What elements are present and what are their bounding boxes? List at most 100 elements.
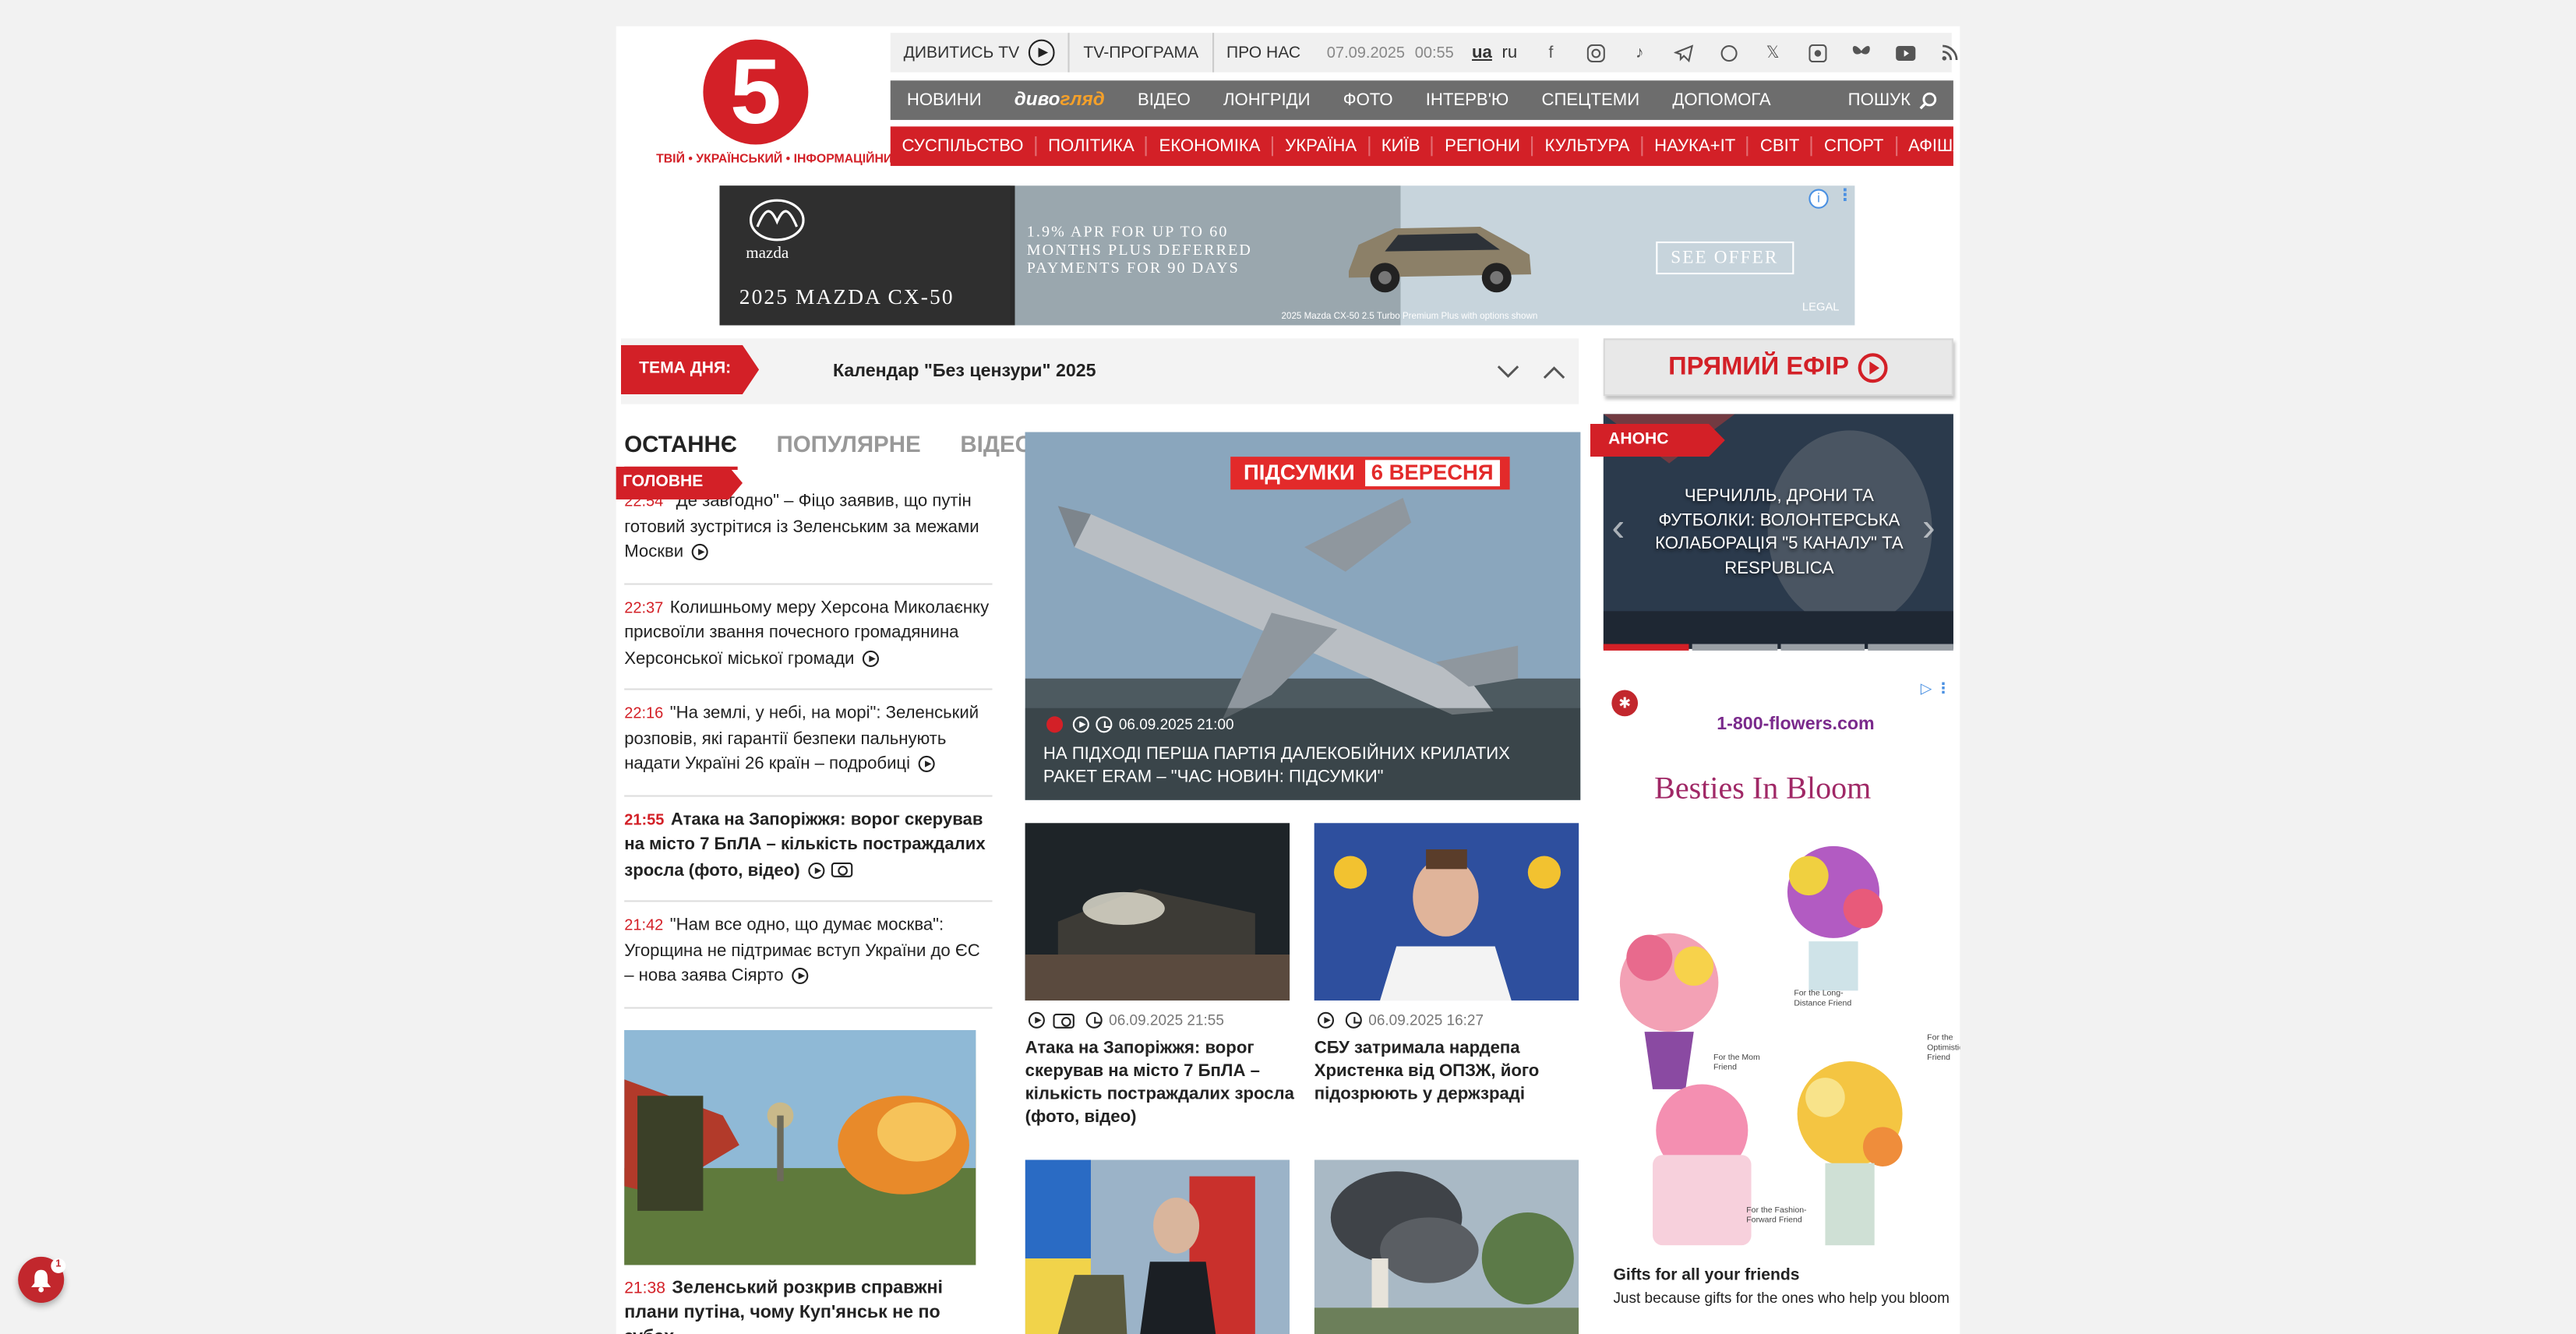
news-text: Атака на Запоріжжя: ворог скерував на мі…: [624, 809, 986, 881]
tv-program-link[interactable]: TV-ПРОГРАМА: [1071, 33, 1214, 72]
clock-icon: [1085, 1011, 1103, 1029]
facebook-icon[interactable]: f: [1529, 33, 1573, 72]
current-time: 00:55: [1414, 43, 1454, 62]
section-politics[interactable]: ПОЛІТИКА: [1036, 136, 1148, 157]
section-sport[interactable]: СПОРТ: [1812, 136, 1897, 157]
section-ukraine[interactable]: УКРАЇНА: [1273, 136, 1370, 157]
section-economy[interactable]: ЕКОНОМІКА: [1148, 136, 1274, 157]
card-datetime: 06.09.2025 21:55: [1109, 1011, 1224, 1029]
slider-dot[interactable]: [1692, 644, 1777, 651]
hero-title[interactable]: НА ПІДХОДІ ПЕРША ПАРТІЯ ДАЛЕКОБІЙНИХ КРИ…: [1043, 743, 1565, 789]
ad-fine-print: 2025 Mazda CX-50 2.5 Turbo Premium Plus …: [1281, 312, 1538, 323]
rss-icon[interactable]: [1928, 33, 1960, 72]
tab-video[interactable]: ВІДЕО: [960, 430, 1032, 470]
announcement-title[interactable]: ЧЕРЧИЛЛЬ, ДРОНИ ТА ФУТБОЛКИ: ВОЛОНТЕРСЬК…: [1643, 485, 1915, 580]
ad-menu-icon[interactable]: ⋮: [1837, 187, 1853, 205]
ad-note: For the Long-Distance Friend: [1794, 989, 1852, 1009]
news-time: 21:55: [624, 810, 665, 829]
nav-interview[interactable]: ІНТЕРВ'Ю: [1410, 90, 1526, 110]
announcement-tag: АНОНС: [1590, 423, 1725, 457]
ad-banner-top[interactable]: mazda 2025 MAZDA CX-50 1.9% APR FOR UP T…: [719, 185, 1855, 326]
x-icon[interactable]: 𝕏: [1751, 33, 1795, 72]
card-image[interactable]: [1314, 1159, 1579, 1334]
news-item[interactable]: 22:37 Колишньому меру Херсона Миколаєнку …: [624, 595, 993, 690]
instagram-icon[interactable]: [1573, 33, 1618, 72]
video-icon: [791, 968, 809, 985]
search-button[interactable]: ПОШУК: [1848, 90, 1953, 110]
car-image: [1348, 226, 1532, 293]
slider-dot[interactable]: [1603, 644, 1689, 651]
chevron-up-icon[interactable]: [1543, 365, 1566, 379]
news-item[interactable]: 22:54 "Де завгодно" – Фіцо заявив, що пут…: [624, 489, 993, 584]
lang-ua[interactable]: ua: [1467, 43, 1498, 62]
card-image[interactable]: [1025, 823, 1290, 1001]
section-regions[interactable]: РЕГІОНИ: [1433, 136, 1533, 157]
social-links: f ♪ 𝕏: [1529, 33, 1960, 72]
video-icon: [1317, 1011, 1335, 1029]
card-image[interactable]: [1314, 823, 1579, 1001]
search-icon: [1919, 91, 1937, 109]
telegram-icon[interactable]: [1662, 33, 1706, 72]
hero-meta: 06.09.2025 21:00: [1046, 716, 1234, 733]
chevron-down-icon[interactable]: [1497, 365, 1520, 379]
whatsapp-icon[interactable]: [1706, 33, 1751, 72]
five-logo-icon: [1046, 716, 1064, 733]
ad-note: For the Mom Friend: [1713, 1053, 1760, 1073]
section-science[interactable]: НАУКА+IT: [1643, 136, 1749, 157]
pin-icon: ✱: [1611, 690, 1639, 717]
news-item[interactable]: 21:55 Атака на Запоріжжя: ворог скерував …: [624, 807, 993, 902]
tab-latest[interactable]: ОСТАННЄ: [624, 430, 737, 471]
nav-news[interactable]: НОВИНИ: [891, 90, 998, 110]
feature-caption[interactable]: 21:38 Зеленський розкрив справжні плани п…: [624, 1276, 992, 1334]
youtube-icon[interactable]: [1883, 33, 1928, 72]
tab-popular[interactable]: ПОПУЛЯРНЕ: [776, 430, 920, 470]
card-datetime: 06.09.2025 16:27: [1368, 1011, 1484, 1029]
current-date: 07.09.2025: [1326, 43, 1406, 62]
nav-help[interactable]: ДОПОМОГА: [1656, 90, 1787, 110]
nav-video[interactable]: ВІДЕО: [1121, 90, 1207, 110]
nav-divoglyad[interactable]: дивогляд: [998, 90, 1121, 110]
card-image[interactable]: [1025, 1159, 1290, 1334]
news-item[interactable]: 21:42 "Нам все одно, що думає москва": Уг…: [624, 913, 993, 1008]
lang-ru[interactable]: ru: [1497, 43, 1522, 62]
card-title[interactable]: Атака на Запоріжжя: ворог скерував на мі…: [1025, 1036, 1297, 1128]
tiktok-icon[interactable]: ♪: [1618, 33, 1662, 72]
nav-longreads[interactable]: ЛОНГРІДИ: [1207, 90, 1327, 110]
nav-photo[interactable]: ФОТО: [1327, 90, 1410, 110]
feature-title: Зеленський розкрив справжні плани путіна…: [624, 1278, 944, 1334]
glyad-part: гляд: [1060, 90, 1105, 111]
bluesky-icon[interactable]: [1839, 33, 1883, 72]
live-button[interactable]: ПРЯМИЙ ЕФІР: [1603, 338, 1953, 397]
section-society[interactable]: СУСПІЛЬСТВО: [891, 136, 1037, 157]
chevron-left-icon[interactable]: ‹: [1611, 506, 1625, 552]
logo[interactable]: 5: [703, 39, 809, 145]
feature-image[interactable]: [624, 1029, 976, 1265]
watch-tv-link[interactable]: ДИВИТИСЬ TV: [891, 33, 1071, 72]
hero-datetime: 06.09.2025 21:00: [1118, 716, 1234, 733]
theme-title[interactable]: Календар "Без цензури" 2025: [833, 362, 1096, 381]
nav-special[interactable]: СПЕЦТЕМИ: [1525, 90, 1656, 110]
ad-choices-icon[interactable]: ▷ ⋮: [1921, 680, 1951, 698]
ad-brand: mazda: [746, 245, 789, 263]
about-link[interactable]: ПРО НАС: [1213, 33, 1314, 72]
live-label: ПРЯМИЙ ЕФІР: [1668, 352, 1849, 381]
news-item[interactable]: 22:16 "На землі, у небі, на морі": Зеленс…: [624, 701, 993, 796]
see-offer-button[interactable]: SEE OFFER: [1656, 241, 1794, 275]
video-icon: [1028, 1011, 1045, 1029]
section-culture[interactable]: КУЛЬТУРА: [1533, 136, 1643, 157]
ad-info-icon[interactable]: i: [1808, 189, 1829, 209]
chevron-right-icon[interactable]: ›: [1922, 506, 1936, 552]
ad-legal-link[interactable]: LEGAL: [1802, 302, 1840, 314]
mazda-logo-icon: [749, 199, 805, 242]
slider-dot[interactable]: [1868, 644, 1953, 651]
slider-dot[interactable]: [1780, 644, 1865, 651]
section-afisha[interactable]: АФІША: [1897, 136, 1960, 156]
video-icon: [862, 650, 879, 667]
news-time: 22:37: [624, 598, 664, 617]
section-kyiv[interactable]: КИЇВ: [1370, 136, 1434, 157]
section-world[interactable]: СВІТ: [1749, 136, 1813, 157]
card-title[interactable]: СБУ затримала нардепа Христенка від ОПЗЖ…: [1314, 1036, 1586, 1106]
threads-icon[interactable]: [1795, 33, 1840, 72]
bell-icon: [31, 1269, 51, 1292]
hero-badge: ПІДСУМКИ 6 ВЕРЕСНЯ: [1230, 457, 1510, 490]
